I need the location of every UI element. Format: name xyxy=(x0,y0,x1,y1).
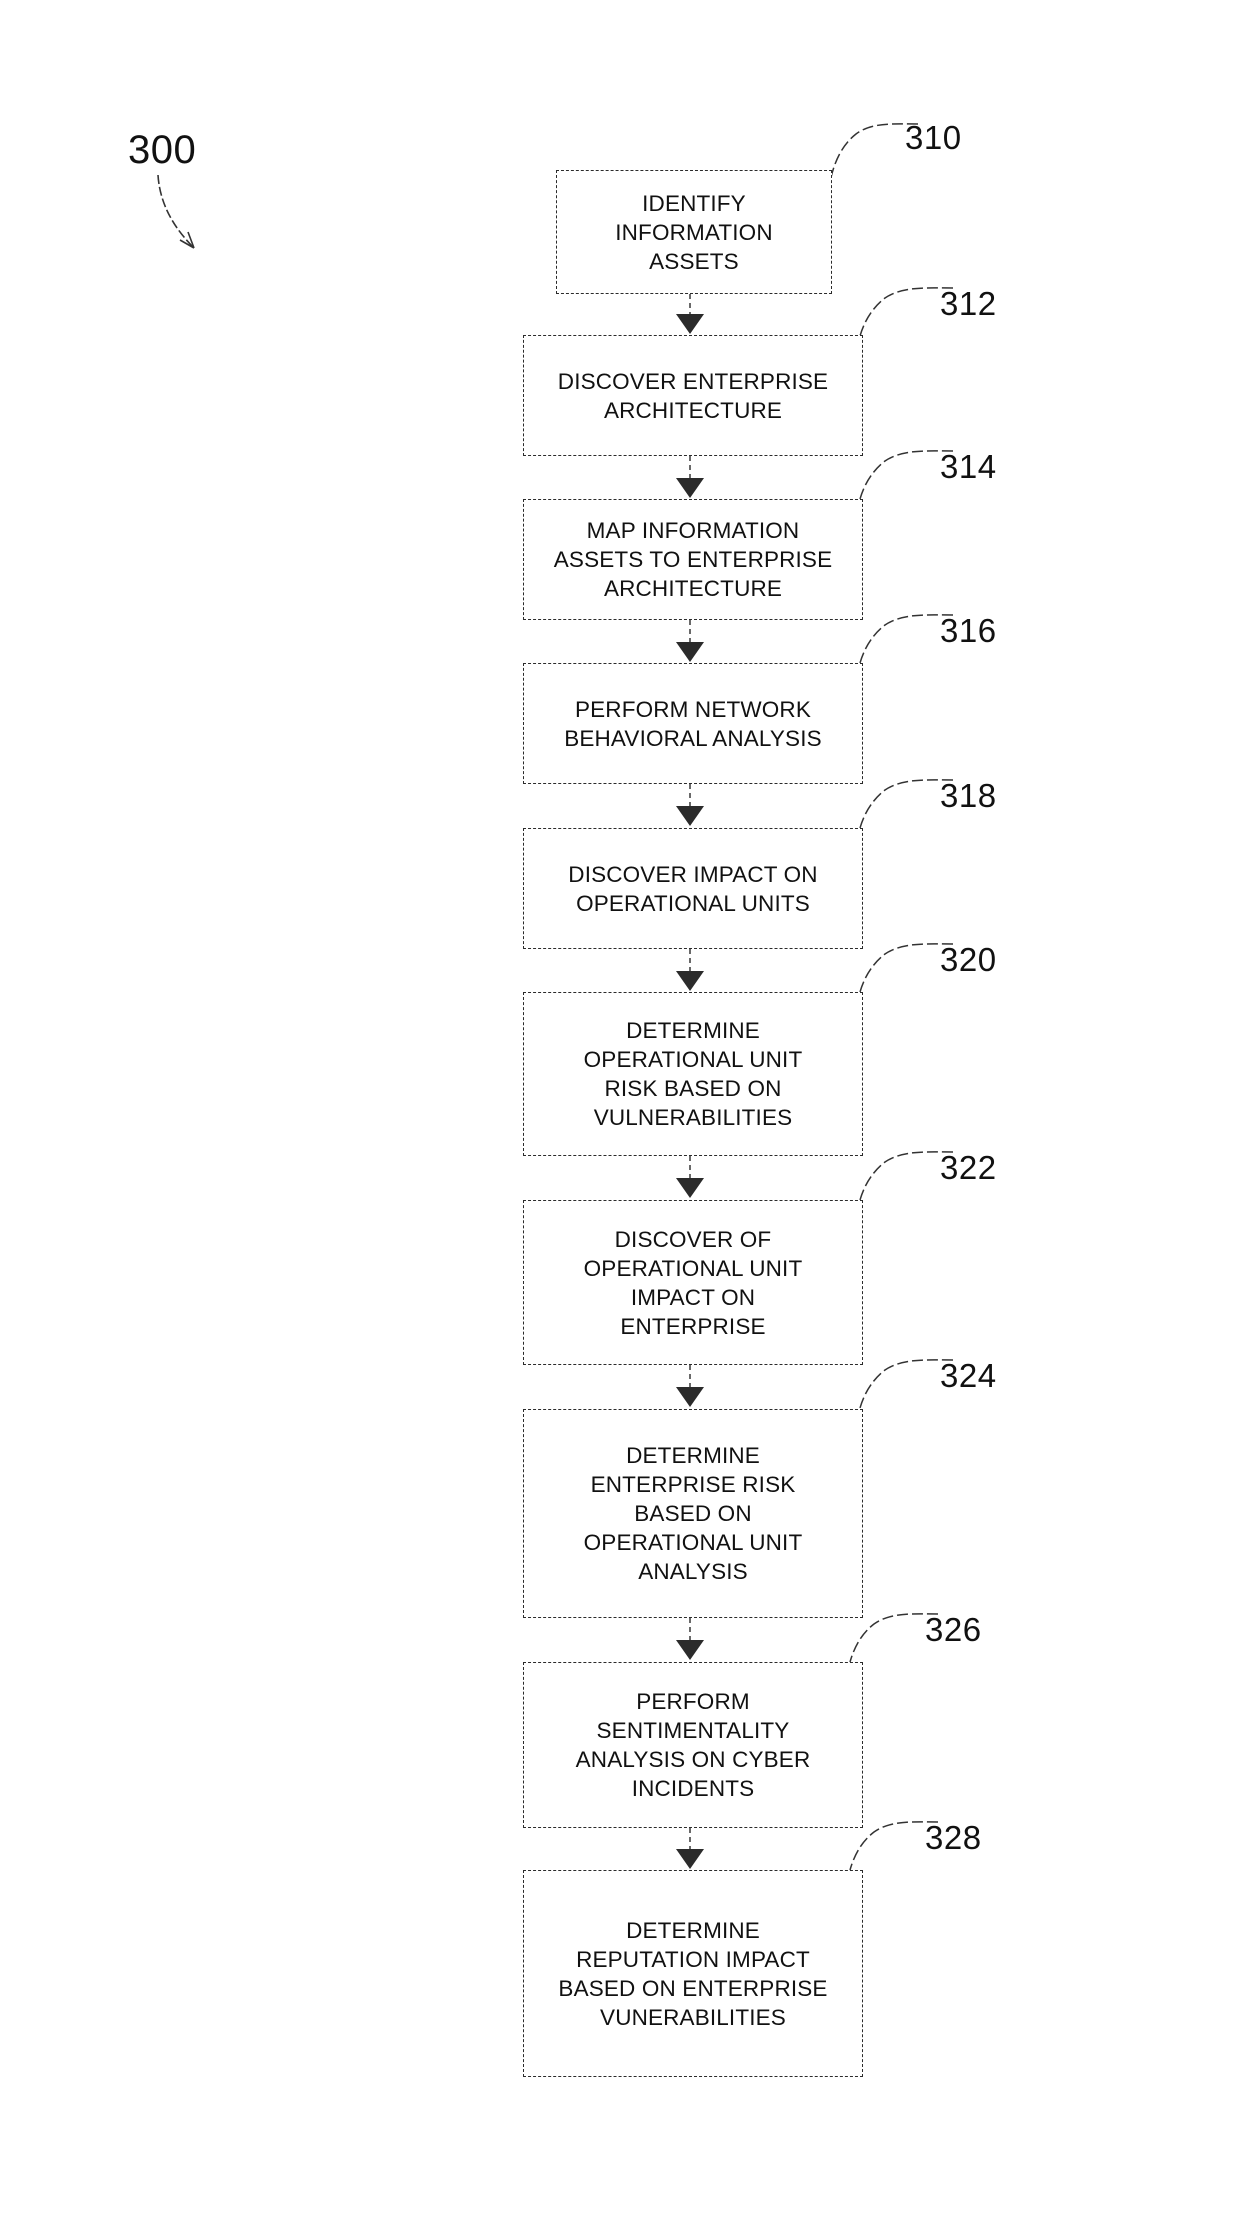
reference-numeral-320: 320 xyxy=(940,941,997,978)
connector-320-322 xyxy=(676,1156,704,1198)
reference-numeral-318: 318 xyxy=(940,777,997,814)
connector-318-320 xyxy=(676,949,704,991)
connector-326-328 xyxy=(676,1828,704,1869)
reference-numeral-316: 316 xyxy=(940,612,997,649)
process-box-328[interactable]: DETERMINE REPUTATION IMPACT BASED ON ENT… xyxy=(523,1870,863,2077)
reference-numeral-326: 326 xyxy=(925,1611,982,1648)
connector-322-324 xyxy=(676,1365,704,1407)
process-box-326[interactable]: PERFORM SENTIMENTALITY ANALYSIS ON CYBER… xyxy=(523,1662,863,1828)
process-box-322[interactable]: DISCOVER OF OPERATIONAL UNIT IMPACT ON E… xyxy=(523,1200,863,1365)
process-box-316-label: PERFORM NETWORK BEHAVIORAL ANALYSIS xyxy=(564,696,822,751)
reference-numeral-328: 328 xyxy=(925,1819,982,1856)
reference-numeral-324: 324 xyxy=(940,1357,997,1394)
process-box-312-label: DISCOVER ENTERPRISE ARCHITECTURE xyxy=(557,368,829,423)
process-box-320[interactable]: DETERMINE OPERATIONAL UNIT RISK BASED ON… xyxy=(523,992,863,1156)
process-box-312[interactable]: DISCOVER ENTERPRISE ARCHITECTURE xyxy=(523,335,863,456)
patent-figure-300: 300 310 IDENTIFY INFORMATION ASSETS 312 … xyxy=(0,0,1240,2215)
process-box-326-label: PERFORM SENTIMENTALITY ANALYSIS ON CYBER… xyxy=(575,1689,811,1801)
process-box-314-label: MAP INFORMATION ASSETS TO ENTERPRISE ARC… xyxy=(553,518,833,601)
process-box-318[interactable]: DISCOVER IMPACT ON OPERATIONAL UNITS xyxy=(523,828,863,949)
process-box-310[interactable]: IDENTIFY INFORMATION ASSETS xyxy=(556,170,832,294)
process-box-324[interactable]: DETERMINE ENTERPRISE RISK BASED ON OPERA… xyxy=(523,1409,863,1618)
process-box-314[interactable]: MAP INFORMATION ASSETS TO ENTERPRISE ARC… xyxy=(523,499,863,620)
process-flow-column: 310 IDENTIFY INFORMATION ASSETS 312 DISC… xyxy=(0,0,1240,2215)
connector-316-318 xyxy=(676,784,704,826)
process-box-310-label: IDENTIFY INFORMATION ASSETS xyxy=(615,190,773,274)
reference-numeral-310: 310 xyxy=(905,119,962,156)
process-box-328-label: DETERMINE REPUTATION IMPACT BASED ON ENT… xyxy=(558,1917,828,2030)
reference-numeral-314: 314 xyxy=(940,448,997,485)
process-box-320-label: DETERMINE OPERATIONAL UNIT RISK BASED ON… xyxy=(583,1018,803,1130)
process-box-322-label: DISCOVER OF OPERATIONAL UNIT IMPACT ON E… xyxy=(583,1226,803,1339)
process-box-318-label: DISCOVER IMPACT ON OPERATIONAL UNITS xyxy=(568,861,818,916)
process-box-324-label: DETERMINE ENTERPRISE RISK BASED ON OPERA… xyxy=(583,1443,803,1584)
connector-324-326 xyxy=(676,1618,704,1660)
process-box-316[interactable]: PERFORM NETWORK BEHAVIORAL ANALYSIS xyxy=(523,663,863,784)
connector-310-312 xyxy=(676,294,704,334)
reference-numeral-312: 312 xyxy=(940,285,997,322)
connector-312-314 xyxy=(676,456,704,498)
reference-numeral-322: 322 xyxy=(940,1149,997,1186)
connector-314-316 xyxy=(676,620,704,662)
